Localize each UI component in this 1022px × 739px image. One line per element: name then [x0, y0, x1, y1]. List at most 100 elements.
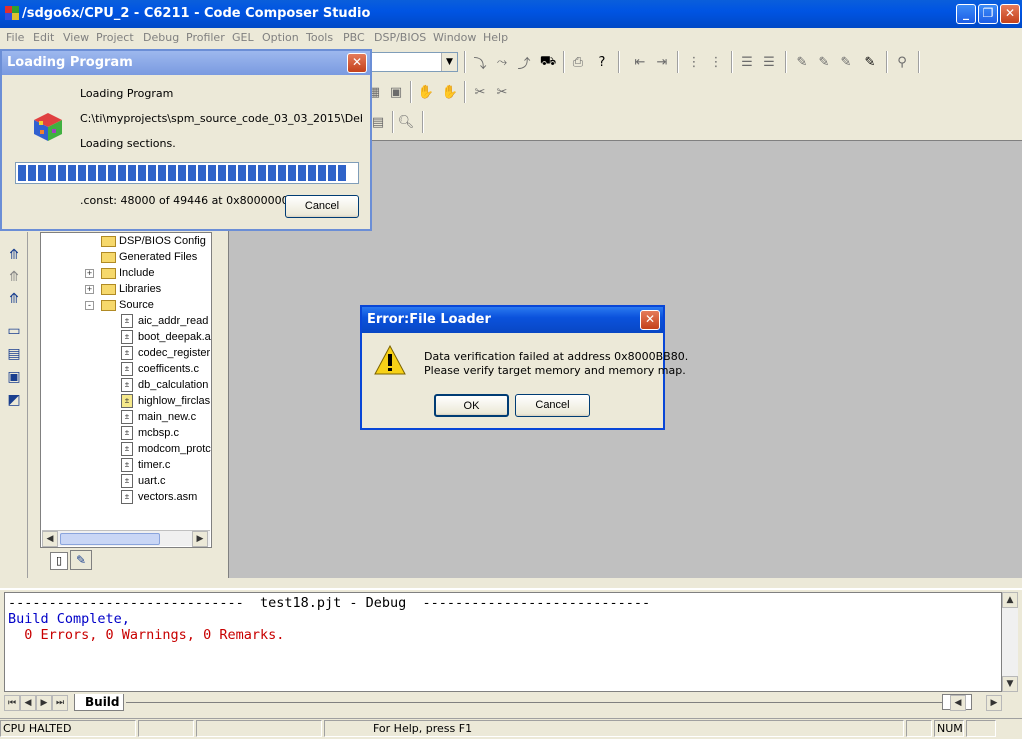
loading-path: C:\ti\myprojects\spm_source_code_03_03_2… — [80, 112, 362, 125]
watch-window-icon[interactable]: ▭ — [5, 322, 23, 340]
expand-icon[interactable]: + — [85, 285, 94, 294]
error-dialog-title: Error:File Loader — [362, 307, 663, 333]
expand-icon[interactable]: + — [85, 269, 94, 278]
graph-icon[interactable]: ◩ — [5, 391, 23, 409]
menu-debug[interactable]: Debug — [143, 28, 179, 47]
bookmark-tab-icon[interactable]: ✎ — [70, 550, 92, 570]
file-icon: ± — [121, 490, 133, 504]
bookmark-next-icon[interactable]: ⋮ — [706, 52, 726, 72]
memory-view-icon[interactable]: ▣ — [5, 368, 23, 386]
menu-project[interactable]: Project — [96, 28, 134, 47]
tab-first-icon[interactable]: ⏮ — [4, 695, 20, 711]
loading-cancel-button[interactable]: Cancel — [285, 195, 359, 218]
probe-icon[interactable]: ✎ — [792, 52, 812, 72]
menu-view[interactable]: View — [63, 28, 89, 47]
file-icon: ± — [121, 378, 133, 392]
menu-dspbios[interactable]: DSP/BIOS — [374, 28, 426, 47]
menu-option[interactable]: Option — [262, 28, 299, 47]
scroll-left-icon[interactable]: ◀ — [950, 695, 966, 711]
folder-icon — [101, 236, 116, 247]
breakpoint-icon[interactable]: ✋ — [440, 82, 460, 102]
scroll-up-icon[interactable]: ▲ — [1002, 592, 1018, 608]
menu-file[interactable]: File — [6, 28, 24, 47]
title-bar: /sdgo6x/CPU_2 - C6211 - Code Composer St… — [0, 0, 1022, 28]
ok-button[interactable]: OK — [434, 394, 509, 417]
halt-hand-icon[interactable]: ✋ — [416, 82, 436, 102]
scroll-right-icon[interactable]: ▶ — [192, 531, 208, 547]
toggle-probe-icon[interactable]: ✂ — [470, 82, 490, 102]
scroll-down-icon[interactable]: ▼ — [1002, 676, 1018, 692]
output-vertical-scrollbar[interactable]: ▲ ▼ — [1002, 592, 1018, 692]
error-cancel-button[interactable]: Cancel — [515, 394, 590, 417]
remove-probe-icon[interactable]: ✂ — [492, 82, 512, 102]
close-icon[interactable]: ✕ — [640, 310, 660, 330]
file-icon: ± — [121, 442, 133, 456]
chevron-down-icon[interactable]: ▼ — [441, 53, 457, 71]
scroll-thumb[interactable] — [60, 533, 160, 545]
menu-window[interactable]: Window — [433, 28, 476, 47]
indent-right-icon[interactable]: ⇥ — [652, 52, 672, 72]
align-icon[interactable]: ☰ — [759, 52, 779, 72]
animate-icon[interactable]: ⤊ — [5, 290, 23, 308]
menu-tools[interactable]: Tools — [306, 28, 333, 47]
bookmark-icon[interactable]: ⋮ — [684, 52, 704, 72]
probe-remove-icon[interactable]: ✎ — [814, 52, 834, 72]
registers-icon[interactable]: ▤ — [5, 345, 23, 363]
step-into-icon[interactable]: ⤵ — [470, 52, 490, 72]
tree-tabs: ▯ ✎ — [40, 548, 212, 572]
scroll-left-icon[interactable]: ◀ — [42, 531, 58, 547]
run-to-cursor-icon[interactable]: ⛟ — [538, 52, 558, 72]
step-over-icon[interactable]: ⤳ — [492, 52, 512, 72]
find-icon[interactable]: 🔍︎ — [396, 112, 416, 132]
run-icon[interactable]: ⤊ — [5, 246, 23, 264]
probe-disable-icon[interactable]: ✎ — [836, 52, 856, 72]
tab-next-icon[interactable]: ▶ — [36, 695, 52, 711]
outdent-icon[interactable]: ☰ — [737, 52, 757, 72]
close-icon[interactable]: ✕ — [347, 53, 367, 73]
menu-pbc[interactable]: PBC — [343, 28, 365, 47]
help-pointer-icon[interactable]: ? — [592, 52, 612, 72]
collapse-icon[interactable]: - — [85, 301, 94, 310]
profile-icon[interactable]: ⚲ — [892, 52, 912, 72]
rebuild-icon[interactable]: ▣ — [386, 82, 406, 102]
tab-build[interactable]: Build — [74, 694, 124, 711]
close-button[interactable]: ✕ — [1000, 4, 1020, 24]
file-icon: ± — [121, 314, 133, 328]
status-cell-empty — [966, 720, 996, 737]
warning-icon — [374, 344, 406, 375]
minimize-button[interactable]: _ — [956, 4, 976, 24]
file-icon: ± — [121, 330, 133, 344]
output-line-status: Build Complete, — [8, 611, 130, 627]
status-cell-empty — [906, 720, 932, 737]
tab-prev-icon[interactable]: ◀ — [20, 695, 36, 711]
halt-icon[interactable]: ⤊ — [5, 268, 23, 286]
file-icon: ± — [121, 458, 133, 472]
file-icon: ± — [121, 474, 133, 488]
window-title: /sdgo6x/CPU_2 - C6211 - Code Composer St… — [22, 6, 371, 21]
restore-button[interactable]: ❐ — [978, 4, 998, 24]
file-view-tab-icon[interactable]: ▯ — [50, 552, 68, 570]
status-cell-empty — [138, 720, 194, 737]
menu-bar: File Edit View Project Debug Profiler GE… — [0, 28, 1022, 47]
num-lock-indicator: NUM — [934, 720, 964, 737]
file-icon: ± — [121, 346, 133, 360]
scroll-right-icon[interactable]: ▶ — [986, 695, 1002, 711]
file-icon: ± — [121, 362, 133, 376]
menu-edit[interactable]: Edit — [33, 28, 54, 47]
menu-profiler[interactable]: Profiler — [186, 28, 225, 47]
config-combobox[interactable]: ▼ — [368, 52, 458, 72]
tree-horizontal-scrollbar[interactable]: ◀ ▶ — [42, 530, 210, 547]
folder-icon — [101, 252, 116, 263]
print-icon[interactable]: ⎙ — [568, 52, 588, 72]
tab-last-icon[interactable]: ⏭ — [52, 695, 68, 711]
menu-gel[interactable]: GEL — [232, 28, 254, 47]
menu-help[interactable]: Help — [483, 28, 508, 47]
help-status: For Help, press F1 — [324, 720, 904, 737]
output-line-header: ----------------------------- test18.pjt… — [8, 595, 651, 611]
build-output[interactable]: ----------------------------- test18.pjt… — [4, 592, 1002, 692]
probe-all-icon[interactable]: ✎ — [860, 52, 880, 72]
loading-program-dialog: Loading Program ✕ Loading Program C:\ti\… — [0, 49, 372, 231]
step-out-icon[interactable]: ⤴ — [514, 52, 534, 72]
indent-left-icon[interactable]: ⇤ — [630, 52, 650, 72]
file-icon: ± — [121, 410, 133, 424]
